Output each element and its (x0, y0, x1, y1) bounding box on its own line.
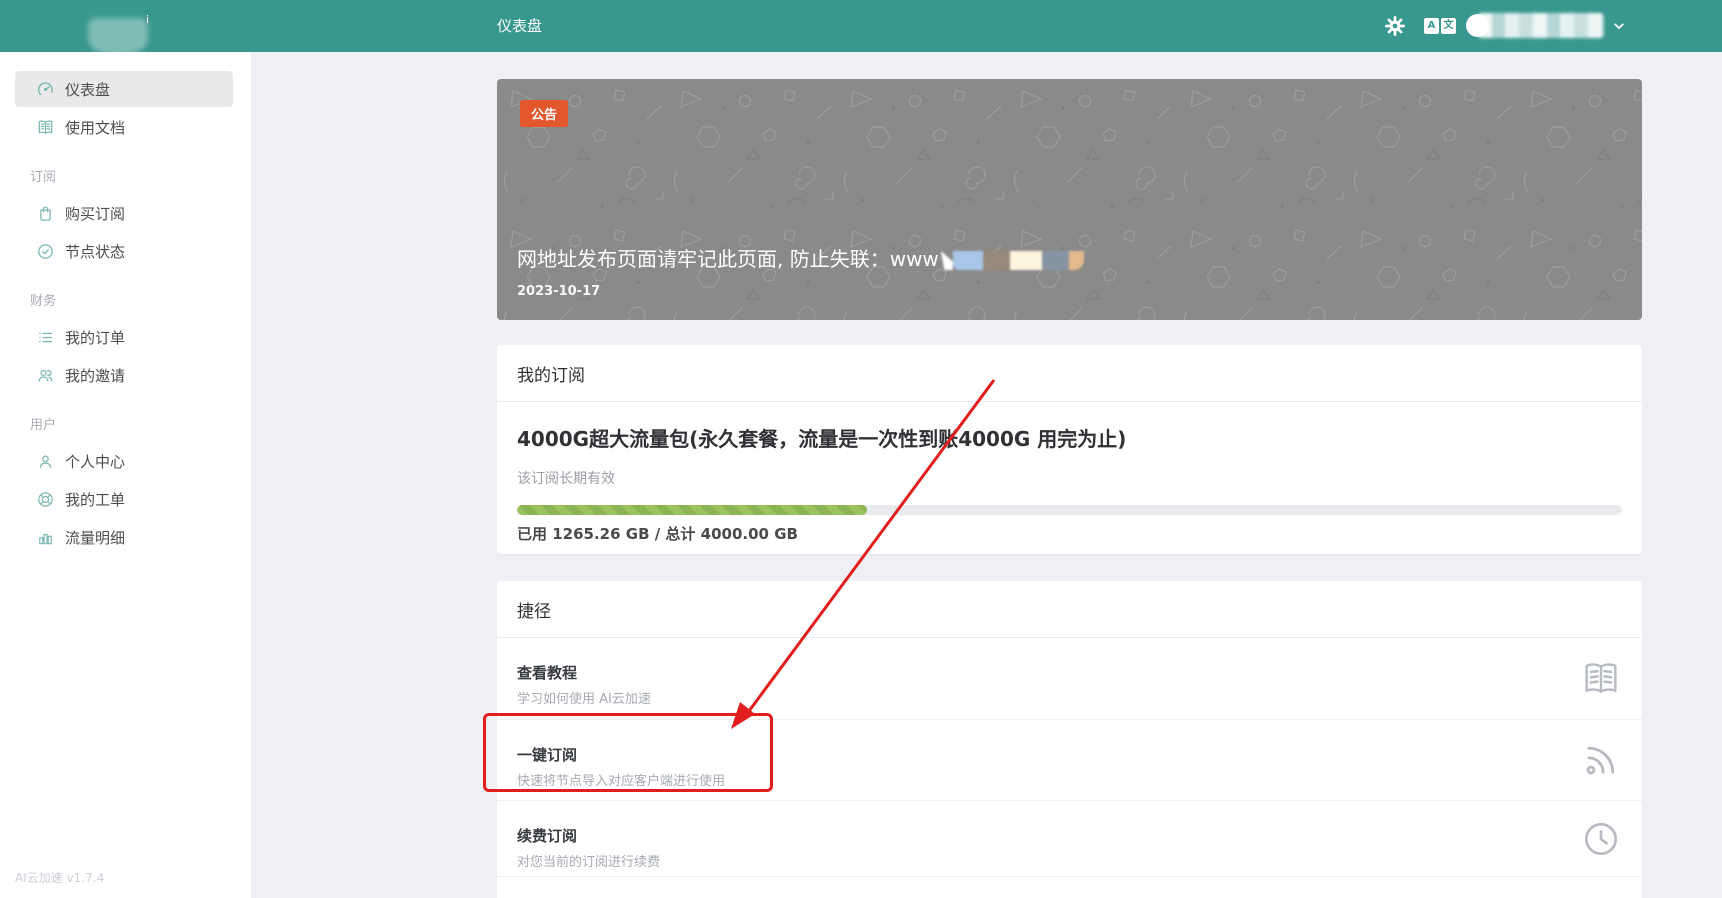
chevron-down-icon[interactable] (1610, 20, 1628, 33)
sidebar-group-finance: 财务 (0, 287, 251, 317)
sidebar-item-label: 节点状态 (65, 241, 125, 262)
rss-icon (1580, 739, 1622, 781)
settings-gear-icon[interactable] (1384, 15, 1406, 37)
app-logo-censored (88, 18, 148, 56)
app-version: AI云加速 v1.7.4 (15, 869, 104, 886)
sidebar-item-label: 我的工单 (65, 489, 125, 510)
sidebar-item-node-status[interactable]: 节点状态 (15, 233, 233, 269)
top-bar: i 仪表盘 A 文 (0, 0, 1722, 52)
announcement-text: 网地址发布页面请牢记此页面, 防止失联：www (517, 243, 1084, 272)
sidebar-item-docs[interactable]: 使用文档 (15, 109, 233, 145)
main-content: 公告 网地址发布页面请牢记此页面, 防止失联：www 2023-10-17 我的… (251, 52, 1722, 898)
sidebar-item-label: 使用文档 (65, 117, 125, 138)
subscription-section-title: 我的订阅 (497, 345, 1642, 402)
sidebar-item-tickets[interactable]: 我的工单 (15, 481, 233, 517)
page-title: 仪表盘 (497, 0, 542, 52)
traffic-bars-icon (36, 528, 55, 547)
censored-url (941, 251, 1084, 270)
shortcut-view-tutorial[interactable]: 查看教程 学习如何使用 AI云加速 (497, 638, 1642, 720)
purchase-bag-icon (36, 204, 55, 223)
shortcut-title: 续费订阅 (517, 825, 1562, 846)
shortcut-subtitle: 快速将节点导入对应客户端进行使用 (517, 770, 1562, 789)
subscription-card: 我的订阅 4000G超大流量包(永久套餐，流量是一次性到账4000G 用完为止)… (497, 345, 1642, 554)
book-open-icon (1580, 658, 1622, 700)
shortcut-title: 一键订阅 (517, 744, 1562, 765)
orders-list-icon (36, 328, 55, 347)
sidebar-item-profile[interactable]: 个人中心 (15, 443, 233, 479)
sidebar-item-label: 我的邀请 (65, 365, 125, 386)
sidebar-item-label: 我的订单 (65, 327, 125, 348)
user-name-censored[interactable] (1478, 13, 1604, 38)
sidebar-group-user: 用户 (0, 411, 251, 441)
shortcuts-section-title: 捷径 (497, 581, 1642, 638)
announcement-banner: 公告 网地址发布页面请牢记此页面, 防止失联：www 2023-10-17 (497, 79, 1642, 320)
announcement-date: 2023-10-17 (517, 284, 600, 299)
logo-mark: i (146, 13, 150, 26)
sidebar-item-label: 流量明细 (65, 527, 125, 548)
sidebar-item-label: 个人中心 (65, 451, 125, 472)
sidebar-item-label: 购买订阅 (65, 203, 125, 224)
translate-latin-box: A (1424, 18, 1439, 34)
shortcut-subtitle: 学习如何使用 AI云加速 (517, 688, 1562, 707)
traffic-progress-fill (517, 505, 867, 515)
banner-pattern (497, 79, 1642, 320)
plan-title: 4000G超大流量包(永久套餐，流量是一次性到账4000G 用完为止) (517, 426, 1622, 452)
shortcuts-card: 捷径 查看教程 学习如何使用 AI云加速 一键订阅 快速将节点导入对应客户端进行… (497, 581, 1642, 898)
usage-text: 已用 1265.26 GB / 总计 4000.00 GB (517, 523, 1622, 544)
shortcut-title: 查看教程 (517, 662, 1562, 683)
sidebar-item-dashboard[interactable]: 仪表盘 (15, 71, 233, 107)
invite-people-icon (36, 366, 55, 385)
announcement-badge: 公告 (520, 100, 568, 127)
node-status-check-icon (36, 242, 55, 261)
docs-icon (36, 118, 55, 137)
dashboard-icon (36, 80, 55, 99)
profile-person-icon (36, 452, 55, 471)
shortcut-subtitle: 对您当前的订阅进行续费 (517, 851, 1562, 870)
translate-icon[interactable]: A 文 (1424, 18, 1456, 34)
shortcut-one-click-subscribe[interactable]: 一键订阅 快速将节点导入对应客户端进行使用 (497, 720, 1642, 801)
sidebar-item-orders[interactable]: 我的订单 (15, 319, 233, 355)
ticket-lifering-icon (36, 490, 55, 509)
translate-cjk-box: 文 (1441, 18, 1456, 34)
sidebar-item-invite[interactable]: 我的邀请 (15, 357, 233, 393)
sidebar-item-label: 仪表盘 (65, 79, 110, 100)
sidebar-item-purchase[interactable]: 购买订阅 (15, 195, 233, 231)
sidebar: 仪表盘 使用文档 订阅 购买订阅 节点状态 财务 我的订单 我的邀请 用户 个人… (0, 52, 251, 898)
sidebar-item-traffic[interactable]: 流量明细 (15, 519, 233, 555)
shortcut-renew-subscription[interactable]: 续费订阅 对您当前的订阅进行续费 (497, 801, 1642, 877)
sidebar-group-subscription: 订阅 (0, 163, 251, 193)
traffic-progress-bar (517, 505, 1622, 515)
clock-icon (1580, 818, 1622, 860)
plan-validity: 该订阅长期有效 (517, 468, 1622, 488)
